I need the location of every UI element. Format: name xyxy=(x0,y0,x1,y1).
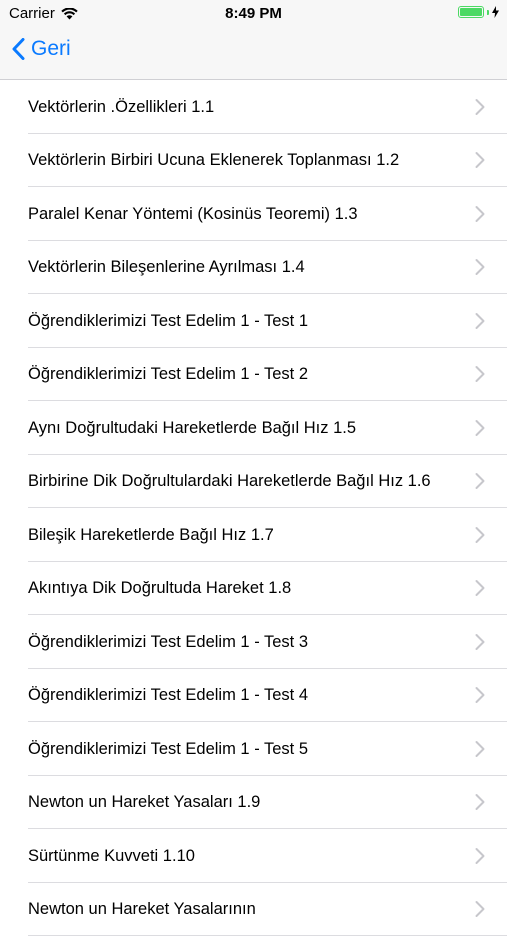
list-item-label: Vektörlerin Bileşenlerine Ayrılması 1.4 xyxy=(28,257,305,277)
list-item[interactable]: Newton un Hareket Yasaları 1.9 xyxy=(0,776,507,830)
list-item[interactable]: Birbirine Dik Doğrultulardaki Hareketler… xyxy=(0,455,507,509)
chevron-right-icon xyxy=(475,312,485,329)
battery-icon xyxy=(458,6,484,18)
list-item[interactable]: Vektörlerin .Özellikleri 1.1 xyxy=(0,80,507,134)
chevron-right-icon xyxy=(475,98,485,115)
chevron-right-icon xyxy=(475,687,485,704)
list-item-label: Birbirine Dik Doğrultulardaki Hareketler… xyxy=(28,471,431,491)
status-right xyxy=(458,6,499,18)
list-item[interactable]: Öğrendiklerimizi Test Edelim 1 - Test 3 xyxy=(0,615,507,669)
chevron-left-icon xyxy=(12,38,25,60)
list-item-label: Akıntıya Dik Doğrultuda Hareket 1.8 xyxy=(28,578,291,598)
list-item[interactable]: Bileşik Hareketlerde Bağıl Hız 1.7 xyxy=(0,508,507,562)
list-item-label: Vektörlerin Birbiri Ucuna Eklenerek Topl… xyxy=(28,150,399,170)
list-item[interactable]: Öğrendiklerimizi Test Edelim 1 - Test 1 xyxy=(0,294,507,348)
status-bar: Carrier 8:49 PM xyxy=(0,0,507,28)
chevron-right-icon xyxy=(475,205,485,222)
list-item-label: Öğrendiklerimizi Test Edelim 1 - Test 5 xyxy=(28,739,308,759)
list-item[interactable]: Öğrendiklerimizi Test Edelim 1 - Test 5 xyxy=(0,722,507,776)
list-item-label: Aynı Doğrultudaki Hareketlerde Bağıl Hız… xyxy=(28,418,356,438)
battery-fill xyxy=(460,8,482,16)
list-item[interactable]: Newton un Hareket Yasalarının xyxy=(0,883,507,936)
list-item[interactable]: Sürtünme Kuvveti 1.10 xyxy=(0,829,507,883)
list-item-label: Newton un Hareket Yasalarının xyxy=(28,899,256,919)
chevron-right-icon xyxy=(475,366,485,383)
status-time: 8:49 PM xyxy=(0,5,507,22)
chevron-right-icon xyxy=(475,473,485,490)
chevron-right-icon xyxy=(475,259,485,276)
chevron-right-icon xyxy=(475,847,485,864)
list-item-label: Vektörlerin .Özellikleri 1.1 xyxy=(28,97,214,117)
back-button[interactable]: Geri xyxy=(12,37,71,61)
list-item-label: Öğrendiklerimizi Test Edelim 1 - Test 3 xyxy=(28,632,308,652)
list-item[interactable]: Akıntıya Dik Doğrultuda Hareket 1.8 xyxy=(0,562,507,616)
chevron-right-icon xyxy=(475,794,485,811)
charging-bolt-icon xyxy=(492,6,499,18)
chevron-right-icon xyxy=(475,580,485,597)
list-item-label: Öğrendiklerimizi Test Edelim 1 - Test 1 xyxy=(28,311,308,331)
topic-list: Vektörlerin .Özellikleri 1.1 Vektörlerin … xyxy=(0,80,507,936)
list-item-label: Sürtünme Kuvveti 1.10 xyxy=(28,846,195,866)
chevron-right-icon xyxy=(475,633,485,650)
list-item-label: Bileşik Hareketlerde Bağıl Hız 1.7 xyxy=(28,525,274,545)
list-item[interactable]: Öğrendiklerimizi Test Edelim 1 - Test 2 xyxy=(0,348,507,402)
list-item[interactable]: Vektörlerin Birbiri Ucuna Eklenerek Topl… xyxy=(0,134,507,188)
chevron-right-icon xyxy=(475,740,485,757)
chevron-right-icon xyxy=(475,152,485,169)
battery-cap xyxy=(487,10,489,15)
back-button-label: Geri xyxy=(31,37,71,61)
list-item-label: Öğrendiklerimizi Test Edelim 1 - Test 2 xyxy=(28,364,308,384)
list-item[interactable]: Öğrendiklerimizi Test Edelim 1 - Test 4 xyxy=(0,669,507,723)
list-item-label: Newton un Hareket Yasaları 1.9 xyxy=(28,792,260,812)
chevron-right-icon xyxy=(475,419,485,436)
chevron-right-icon xyxy=(475,526,485,543)
list-item[interactable]: Paralel Kenar Yöntemi (Kosinüs Teoremi) … xyxy=(0,187,507,241)
list-item-label: Öğrendiklerimizi Test Edelim 1 - Test 4 xyxy=(28,685,308,705)
list-item[interactable]: Vektörlerin Bileşenlerine Ayrılması 1.4 xyxy=(0,241,507,295)
navigation-bar: Geri xyxy=(0,28,507,80)
list-item[interactable]: Aynı Doğrultudaki Hareketlerde Bağıl Hız… xyxy=(0,401,507,455)
list-item-label: Paralel Kenar Yöntemi (Kosinüs Teoremi) … xyxy=(28,204,358,224)
chevron-right-icon xyxy=(475,901,485,918)
